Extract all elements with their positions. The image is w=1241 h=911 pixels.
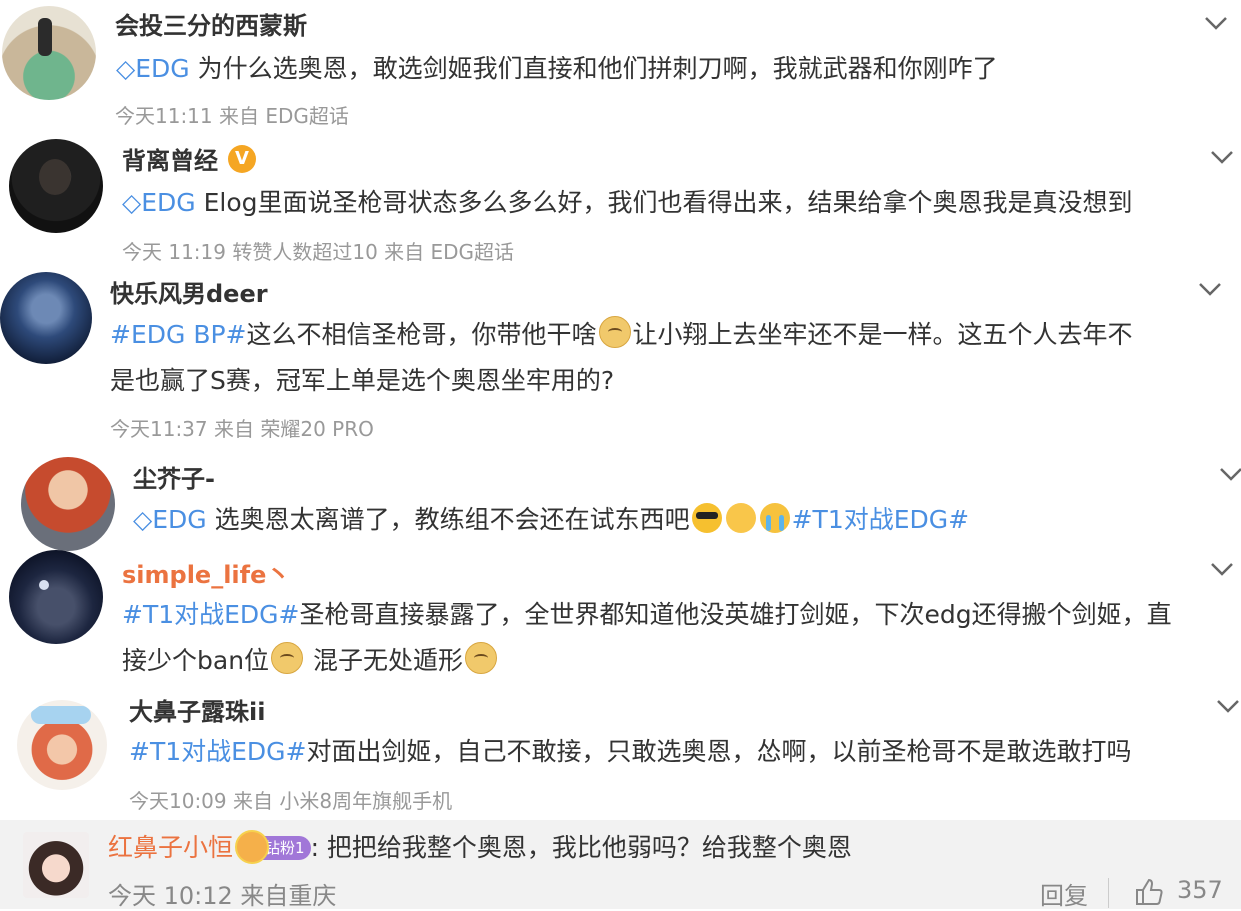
avatar[interactable]	[0, 272, 92, 364]
reply-line: 红鼻子小恒 钻粉1: 把把给我整个奥恩，我比他弱吗？给我整个奥恩	[108, 830, 852, 866]
comment-author[interactable]: 尘芥子-	[133, 459, 215, 494]
crying-emoji-icon	[759, 503, 790, 533]
comment-content: #T1对战EDG#圣枪哥直接暴露了，全世界都知道他没英雄打剑姬，下次edg还得搬…	[122, 600, 1172, 629]
chevron-down-icon[interactable]	[1218, 465, 1241, 483]
sad-emoji-icon	[725, 503, 756, 533]
hashtag-link[interactable]: #T1对战EDG#	[122, 600, 300, 629]
verified-badge-icon	[228, 145, 256, 173]
reply-meta: 今天 10:12 来自重庆	[108, 882, 337, 910]
reply-author[interactable]: 红鼻子小恒	[108, 833, 233, 862]
comment-meta: 今天11:11 来自 EDG超话	[115, 104, 349, 128]
chevron-down-icon[interactable]	[1209, 148, 1235, 166]
avatar[interactable]	[9, 550, 103, 644]
comment-author[interactable]: 会投三分的西蒙斯	[115, 6, 307, 41]
comment-meta: 今天 11:19 转赞人数超过10 来自 EDG超话	[122, 240, 515, 264]
doge-emoji-icon	[271, 642, 304, 674]
diamond-icon: ◇	[122, 188, 142, 217]
comment-content: ◇EDG Elog里面说圣枪哥状态多么多么好，我们也看得出来，结果给拿个奥恩我是…	[122, 188, 1133, 217]
hashtag-link[interactable]: #EDG BP#	[110, 320, 247, 349]
super-topic-link[interactable]: ◇EDG	[122, 188, 196, 217]
comment-author[interactable]: 快乐风男deer	[110, 274, 268, 309]
divider	[1108, 878, 1109, 908]
chevron-down-icon[interactable]	[1215, 697, 1241, 715]
doge-emoji-icon	[465, 642, 497, 674]
hashtag-link[interactable]: #T1对战EDG#	[129, 737, 307, 766]
chevron-down-icon[interactable]	[1203, 14, 1229, 32]
reply-avatar[interactable]	[23, 832, 89, 898]
comment-author[interactable]: 背离曾经	[122, 141, 256, 176]
reply-button[interactable]: 回复	[1040, 876, 1088, 911]
avatar[interactable]	[9, 139, 103, 233]
comment-content: ◇EDG 为什么选奥恩，敢选剑姬我们直接和他们拼刺刀啊，我就武器和你刚咋了	[116, 54, 998, 83]
diamond-icon: ◇	[116, 54, 136, 83]
comment-meta: 今天11:37 来自 荣耀20 PRO	[110, 417, 374, 441]
reply-text: : 把把给我整个奥恩，我比他弱吗？给我整个奥恩	[310, 833, 852, 862]
like-count: 357	[1177, 876, 1223, 904]
comment-meta: 今天10:09 来自 小米8周年旗舰手机	[129, 789, 453, 813]
comment-content: #T1对战EDG#对面出剑姬，自己不敢接，只敢选奥恩，怂啊，以前圣枪哥不是敢选敢…	[129, 737, 1132, 766]
super-topic-link[interactable]: ◇EDG	[116, 54, 190, 83]
diamond-icon: ◇	[133, 505, 153, 534]
comment-content: #EDG BP#这么不相信圣枪哥，你带他干啥 让小翔上去坐牢还不是一样。这五个人去…	[110, 312, 1133, 358]
super-topic-link[interactable]: ◇EDG	[133, 505, 207, 534]
comment-author[interactable]: 大鼻子露珠ii	[129, 692, 265, 727]
cool-emoji-icon	[691, 503, 722, 533]
fan-badge: 钻粉1	[235, 830, 311, 864]
comment-content-line-2: 是也赢了S赛，冠军上单是选个奥恩坐牢用的?	[110, 366, 615, 395]
doge-emoji-icon	[598, 316, 631, 348]
comment-content: ◇EDG 选奥恩太离谱了，教练组不会还在试东西吧 #T1对战EDG#	[133, 503, 970, 534]
chevron-down-icon[interactable]	[1197, 280, 1223, 298]
hashtag-link[interactable]: #T1对战EDG#	[792, 505, 970, 534]
avatar[interactable]	[2, 6, 96, 100]
comment-author[interactable]: simple_life丶	[122, 555, 290, 590]
comment-content-line-2: 接少个ban位 混子无处遁形	[122, 638, 499, 684]
avatar[interactable]	[21, 457, 115, 551]
reply-bar: 红鼻子小恒 钻粉1: 把把给我整个奥恩，我比他弱吗？给我整个奥恩 今天 10:12…	[0, 820, 1241, 911]
avatar[interactable]	[17, 700, 107, 790]
chevron-down-icon[interactable]	[1209, 560, 1235, 578]
thumbs-up-icon[interactable]	[1133, 876, 1165, 908]
